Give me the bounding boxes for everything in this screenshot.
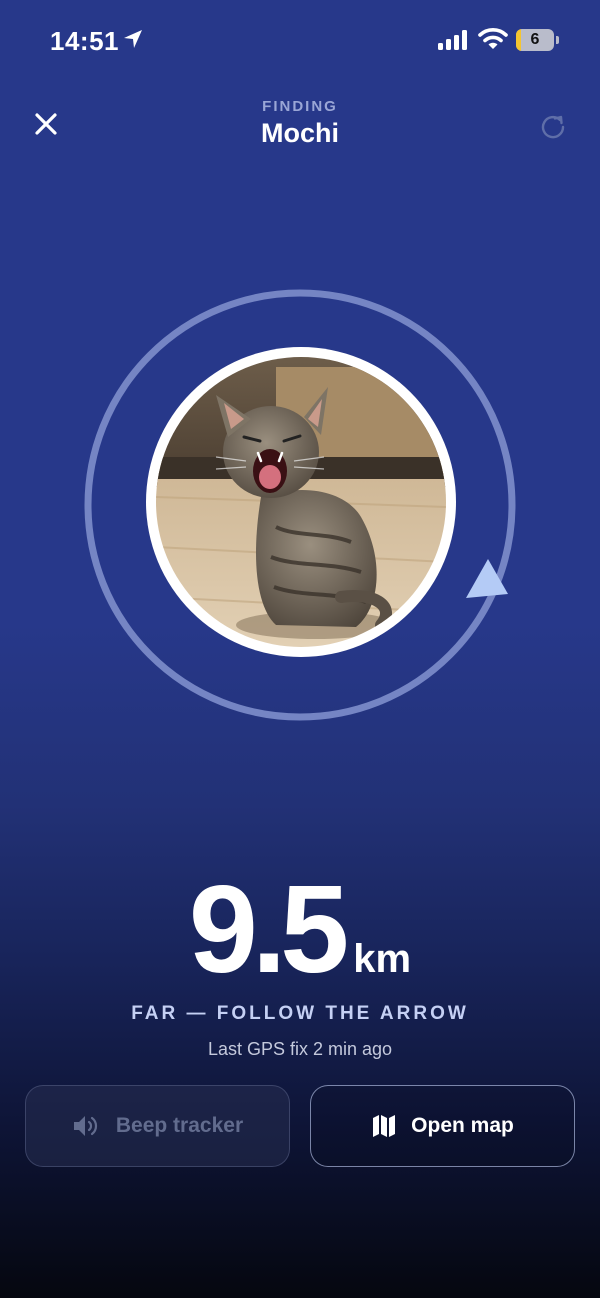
map-icon [373,1115,396,1137]
signal-strength-icon [438,30,467,50]
distance-readout: 9.5 km [0,868,600,992]
proximity-label: FAR — FOLLOW THE ARROW [131,1003,469,1024]
status-time: 14:51 [50,26,119,56]
open-map-label: Open map [411,1114,514,1137]
location-arrow-icon [124,30,142,48]
speaker-icon [73,1116,97,1136]
pet-name-title: Mochi [261,118,339,148]
status-bar: 14:51 6 [0,0,600,80]
header-eyebrow: FINDING [262,98,338,115]
battery-indicator: 6 [516,29,560,51]
refresh-button[interactable] [532,106,574,146]
wifi-icon [478,28,508,49]
battery-percent: 6 [530,31,540,48]
battery-icon: 6 [516,29,554,51]
last-gps-fix: Last GPS fix 2 min ago [207,1039,393,1059]
beep-tracker-label: Beep tracker [115,1114,244,1137]
beep-tracker-button[interactable]: Beep tracker [25,1085,290,1167]
refresh-icon [541,115,565,139]
open-map-button[interactable]: Open map [310,1085,575,1167]
kitten-photo [156,357,446,647]
distance-value: 9.5 [188,861,349,999]
distance-unit: km [353,937,412,981]
pet-photo [146,347,456,657]
